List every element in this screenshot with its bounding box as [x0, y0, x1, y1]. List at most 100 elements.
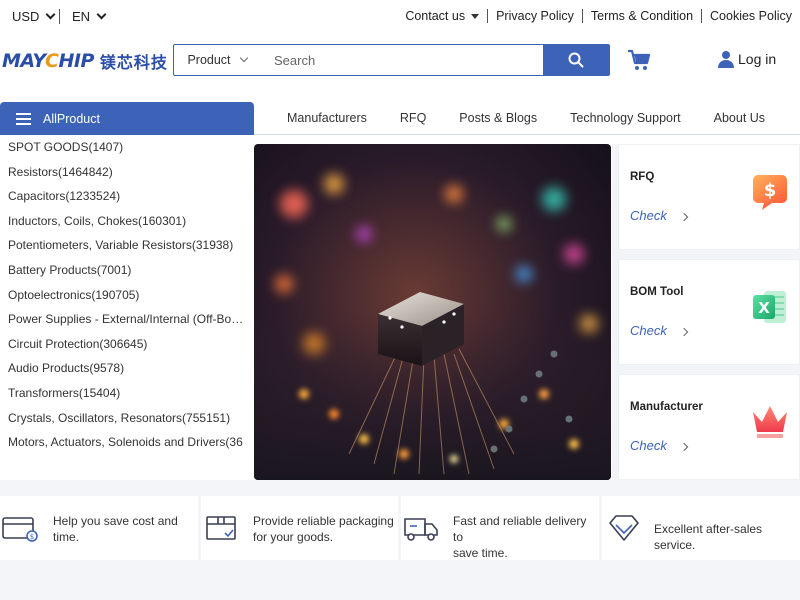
- chevron-right-icon: [679, 212, 689, 221]
- chevron-right-icon: [679, 442, 689, 451]
- feature-item: $ Help you save cost and time.: [0, 496, 198, 560]
- microchip-illustration: [254, 144, 611, 480]
- category-item[interactable]: Optoelectronics(190705): [0, 283, 248, 308]
- all-product-button[interactable]: AllProduct: [0, 102, 254, 135]
- chevron-down-icon: [239, 53, 248, 63]
- category-item[interactable]: Circuit Protection(306645): [0, 332, 248, 357]
- divider: [59, 9, 60, 24]
- category-item[interactable]: Power Supplies - External/Internal (Off-…: [0, 307, 248, 332]
- crown-icon: [753, 406, 787, 438]
- category-list: SPOT GOODS(1407) Resistors(1464842) Capa…: [0, 135, 254, 480]
- login-button[interactable]: Log in: [718, 50, 776, 68]
- language-select[interactable]: EN: [72, 9, 107, 24]
- cart-icon: [628, 49, 651, 70]
- category-item[interactable]: Transformers(15404): [0, 381, 248, 406]
- all-product-label: AllProduct: [43, 111, 100, 126]
- nav-item-technology-support[interactable]: Technology Support: [570, 111, 681, 125]
- card-gap: [612, 365, 800, 374]
- feature-line: Provide reliable packaging: [253, 514, 394, 528]
- logo-part: HIP: [58, 50, 94, 72]
- nav-item-rfq[interactable]: RFQ: [400, 111, 426, 125]
- nav-item-about-us[interactable]: About Us: [714, 111, 765, 125]
- excel-icon: X: [753, 291, 786, 323]
- chevron-right-icon: [679, 327, 689, 336]
- site-logo[interactable]: MAYCHIP 镁芯科技: [2, 44, 168, 78]
- cart-button[interactable]: [627, 48, 651, 72]
- logo-chinese: 镁芯科技: [99, 55, 168, 72]
- category-item[interactable]: Motors, Actuators, Solenoids and Drivers…: [0, 430, 248, 455]
- search-bar: Product: [173, 44, 610, 76]
- divider: [581, 9, 583, 23]
- diamond-icon: [609, 515, 639, 541]
- nav-item-posts-blogs[interactable]: Posts & Blogs: [459, 111, 537, 125]
- dollar-chat-icon: $: [753, 175, 787, 210]
- currency-label: USD: [12, 9, 40, 24]
- login-label: Log in: [738, 51, 777, 67]
- feature-item: Fast and reliable delivery to save time.: [401, 496, 599, 560]
- contact-us-label: Contact us: [405, 9, 466, 23]
- category-item[interactable]: Crystals, Oscillators, Resonators(755151…: [0, 406, 248, 431]
- feature-line: time.: [53, 530, 80, 544]
- check-label: Check: [630, 323, 667, 338]
- card-title: BOM Tool: [630, 286, 684, 298]
- currency-select[interactable]: USD: [12, 9, 56, 24]
- feature-item: Excellent after-sales service.: [602, 496, 800, 560]
- card-gap: [612, 250, 800, 259]
- category-item[interactable]: Battery Products(7001): [0, 258, 248, 283]
- check-link[interactable]: Check: [630, 438, 689, 453]
- card-icon: $: [2, 517, 38, 542]
- category-item[interactable]: Resistors(1464842): [0, 160, 248, 185]
- cookies-policy-link[interactable]: Cookies Policy: [710, 9, 792, 23]
- feature-line: Excellent after-sales service.: [654, 522, 763, 552]
- category-item[interactable]: Capacitors(1233524): [0, 184, 248, 209]
- category-item[interactable]: Inductors, Coils, Chokes(160301): [0, 209, 248, 234]
- category-item[interactable]: SPOT GOODS(1407): [0, 135, 248, 160]
- feature-text: Help you save cost and time.: [53, 513, 178, 545]
- truck-icon: [404, 518, 438, 541]
- rfq-card[interactable]: RFQ Check $: [612, 144, 800, 250]
- contact-us-link[interactable]: Contact us: [405, 9, 480, 23]
- divider: [701, 9, 703, 23]
- feature-line: Help you save cost and: [53, 514, 178, 528]
- manufacturer-card[interactable]: Manufacturer Check: [612, 374, 800, 480]
- card-title: RFQ: [630, 171, 655, 183]
- search-category-label: Product: [187, 53, 231, 67]
- check-label: Check: [630, 438, 667, 453]
- check-label: Check: [630, 208, 667, 223]
- feature-line: save time.: [453, 546, 508, 560]
- check-link[interactable]: Check: [630, 323, 689, 338]
- category-item[interactable]: Audio Products(9578): [0, 356, 248, 381]
- svg-text:X: X: [758, 299, 770, 317]
- package-icon: [206, 516, 236, 540]
- terms-link[interactable]: Terms & Condition: [591, 9, 693, 23]
- hero-banner[interactable]: [254, 144, 611, 480]
- top-links: Contact us Privacy Policy Terms & Condit…: [405, 9, 792, 23]
- bom-tool-card[interactable]: BOM Tool Check X: [612, 259, 800, 365]
- feature-line: Fast and reliable delivery to: [453, 514, 587, 544]
- feature-text: Fast and reliable delivery to save time.: [453, 513, 599, 561]
- feature-line: for your goods.: [253, 530, 334, 544]
- feature-text: Provide reliable packaging for your goods…: [253, 513, 394, 545]
- category-item[interactable]: Potentiometers, Variable Resistors(31938…: [0, 233, 248, 258]
- svg-text:$: $: [30, 533, 34, 541]
- search-button[interactable]: [543, 45, 609, 75]
- feature-text: Excellent after-sales service.: [654, 521, 800, 553]
- user-icon: [718, 51, 734, 68]
- main-nav: Manufacturers RFQ Posts & Blogs Technolo…: [254, 102, 800, 135]
- search-input[interactable]: [260, 45, 543, 75]
- privacy-policy-link[interactable]: Privacy Policy: [496, 9, 574, 23]
- logo-part: MAY: [2, 50, 46, 72]
- logo-part: C: [45, 50, 59, 72]
- menu-icon: [16, 112, 31, 125]
- divider: [487, 9, 489, 23]
- caret-down-icon: [471, 14, 480, 20]
- nav-item-manufacturers[interactable]: Manufacturers: [287, 111, 367, 125]
- search-category-select[interactable]: Product: [174, 45, 260, 75]
- svg-text:$: $: [764, 180, 777, 201]
- feature-item: Provide reliable packaging for your goods…: [201, 496, 398, 560]
- logo-wordmark: MAYCHIP: [2, 50, 94, 72]
- card-title: Manufacturer: [630, 401, 703, 413]
- check-link[interactable]: Check: [630, 208, 689, 223]
- search-icon: [568, 52, 584, 68]
- features: $ Help you save cost and time. Provide re…: [0, 496, 800, 560]
